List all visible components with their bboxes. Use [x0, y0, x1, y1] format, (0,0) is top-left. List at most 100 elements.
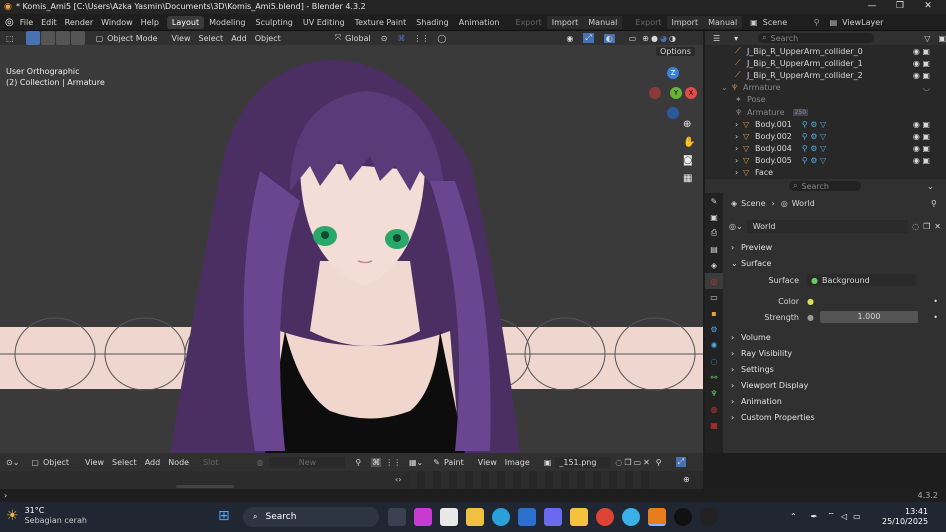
outlook-icon[interactable]: [518, 508, 536, 526]
shading-wireframe-icon[interactable]: ⊕: [642, 34, 649, 43]
threads-icon[interactable]: [700, 508, 718, 526]
slot-selector[interactable]: Slot: [199, 458, 222, 467]
list-item[interactable]: › ▽ Body.001 ⚲ ⚙ ▽ ◉ ▣: [735, 118, 946, 130]
scene-selector[interactable]: Scene: [758, 16, 814, 29]
shading-solid-icon[interactable]: ●: [651, 34, 658, 43]
proportional-edit-icon[interactable]: ◯: [437, 34, 446, 43]
workspace-tab-texture-paint[interactable]: Texture Paint: [350, 16, 412, 29]
expand-chevron-icon[interactable]: ›: [735, 156, 743, 165]
eye-icon[interactable]: ◉ ▣: [913, 144, 930, 153]
float-socket-icon[interactable]: ●: [807, 313, 814, 322]
image-editor-canvas[interactable]: ‹› ⊕: [395, 471, 703, 489]
color-socket-icon[interactable]: ●: [807, 297, 814, 306]
shading-material-icon[interactable]: ◕: [660, 34, 667, 43]
node-menu-view[interactable]: View: [81, 458, 108, 467]
axis-x-icon[interactable]: X: [685, 87, 697, 99]
node-object-selector[interactable]: Object: [39, 458, 73, 467]
orientation-selector[interactable]: Global: [341, 34, 375, 43]
unlink-icon[interactable]: ✕: [934, 222, 941, 231]
list-item[interactable]: ⌄ ♆ Armature ◡: [721, 82, 946, 94]
properties-search-input[interactable]: ⌕ Search: [789, 181, 861, 191]
section-animation[interactable]: › Animation: [725, 393, 946, 409]
export-button-2[interactable]: Export: [630, 16, 666, 29]
node-menu-select[interactable]: Select: [108, 458, 141, 467]
capcut-icon[interactable]: [674, 508, 692, 526]
options-button[interactable]: Options: [656, 47, 695, 56]
pen-icon[interactable]: ✒: [811, 512, 818, 521]
edge-browser-icon[interactable]: [492, 508, 510, 526]
select-extend-icon[interactable]: [40, 31, 55, 45]
export-button-1[interactable]: Export: [511, 16, 547, 29]
image-name-field[interactable]: _151.png: [555, 456, 612, 468]
expand-chevron-icon[interactable]: ›: [735, 144, 743, 153]
pivot-icon[interactable]: ⊙: [381, 34, 388, 43]
snap-target-icon[interactable]: ⋮⋮: [413, 34, 429, 43]
select-subtract-icon[interactable]: [55, 31, 70, 45]
workspace-tab-shading[interactable]: Shading: [411, 16, 454, 29]
scene-tab-icon[interactable]: ◈: [705, 257, 723, 273]
editor-type-icon[interactable]: ⊙⌄: [6, 458, 19, 467]
eye-icon[interactable]: ◉ ▣: [913, 71, 930, 80]
expand-chevron-icon[interactable]: ›: [735, 120, 743, 129]
workspace-tab-sculpting[interactable]: Sculpting: [251, 16, 298, 29]
new-material-button[interactable]: New: [269, 456, 346, 468]
viewport-menu-add[interactable]: Add: [227, 34, 251, 43]
outliner-filter-funnel-icon[interactable]: ▽: [924, 34, 930, 43]
list-item[interactable]: › ▽ Body.004 ⚲ ⚙ ▽ ◉ ▣: [735, 143, 946, 155]
eye-icon[interactable]: ◉ ▣: [913, 132, 930, 141]
outliner-search-input[interactable]: ⌕ Search: [758, 33, 875, 43]
zoom-icon[interactable]: ⊕: [683, 475, 690, 484]
camera-icon[interactable]: ◙: [683, 155, 693, 166]
navigation-gizmo[interactable]: Z Y X ⊕ ✋ ◙ ▦: [645, 67, 700, 187]
editor-type-icon[interactable]: ▦⌄: [409, 458, 423, 467]
calendar-app-icon[interactable]: [440, 508, 458, 526]
select-box-icon[interactable]: [25, 31, 40, 45]
axis-neg-x-icon[interactable]: [649, 87, 661, 99]
constraints-tab-icon[interactable]: ⚯: [705, 369, 723, 385]
texture-tab-icon[interactable]: ▦: [705, 417, 723, 433]
list-item[interactable]: › ▽ Body.005 ⚲ ⚙ ▽ ◉ ▣: [735, 155, 946, 167]
axis-z-icon[interactable]: Z: [667, 67, 679, 79]
output-tab-icon[interactable]: ⎙: [705, 225, 723, 241]
list-item[interactable]: ⟋ J_Bip_R_UpperArm_collider_0 ◉ ▣: [735, 45, 946, 57]
snap-icon[interactable]: ⌘: [397, 34, 405, 43]
workspace-tab-uv-editing[interactable]: UV Editing: [298, 16, 350, 29]
area-resize-icon[interactable]: ‹›: [395, 475, 401, 484]
physics-tab-icon[interactable]: ◌: [705, 353, 723, 369]
horizontal-scrollbar[interactable]: [176, 485, 234, 488]
unlink-icon[interactable]: ✕: [643, 458, 650, 467]
render-tab-icon[interactable]: ▣: [705, 209, 723, 225]
world-tab-icon[interactable]: ◎: [705, 273, 723, 289]
menu-help[interactable]: Help: [141, 18, 159, 27]
object-tab-icon[interactable]: ▪: [705, 305, 723, 321]
store-icon[interactable]: [544, 508, 562, 526]
duplicate-icon[interactable]: ❐: [624, 458, 631, 467]
grid-icon[interactable]: ▦: [683, 173, 692, 184]
collapse-chevron-icon[interactable]: ⌄: [721, 83, 731, 92]
menu-edit[interactable]: Edit: [41, 18, 57, 27]
hide-icon[interactable]: ◡: [923, 83, 930, 92]
snap-icon[interactable]: ⌘: [371, 457, 382, 467]
menu-window[interactable]: Window: [101, 18, 133, 27]
new-collection-icon[interactable]: ▣: [938, 34, 946, 43]
list-item[interactable]: › ▽ Face: [735, 167, 946, 179]
expand-chevron-icon[interactable]: ›: [735, 132, 743, 141]
maximize-button[interactable]: ❐: [886, 1, 914, 11]
node-editor-canvas[interactable]: [0, 471, 403, 489]
task-view-icon[interactable]: [388, 508, 406, 526]
tray-chevron-icon[interactable]: ⌃: [790, 512, 797, 521]
node-menu-add[interactable]: Add: [141, 458, 165, 467]
properties-options-icon[interactable]: ⌄: [927, 182, 934, 191]
section-custom-properties[interactable]: › Custom Properties: [725, 409, 946, 425]
weather-widget[interactable]: ☀ 31°C Sebagian cerah: [6, 506, 87, 526]
section-settings[interactable]: › Settings: [725, 361, 946, 377]
list-item[interactable]: ✦ Pose: [735, 94, 946, 106]
pan-hand-icon[interactable]: ✋: [683, 137, 695, 148]
image-browse-icon[interactable]: ▣: [544, 458, 552, 467]
zoom-icon[interactable]: ⊕: [683, 119, 691, 130]
xray-icon[interactable]: ▭: [629, 34, 637, 43]
chrome-icon[interactable]: [596, 508, 614, 526]
open-folder-icon[interactable]: ▭: [634, 458, 642, 467]
select-tool-icon[interactable]: ⬚: [6, 34, 14, 43]
collection-tab-icon[interactable]: ▭: [705, 289, 723, 305]
